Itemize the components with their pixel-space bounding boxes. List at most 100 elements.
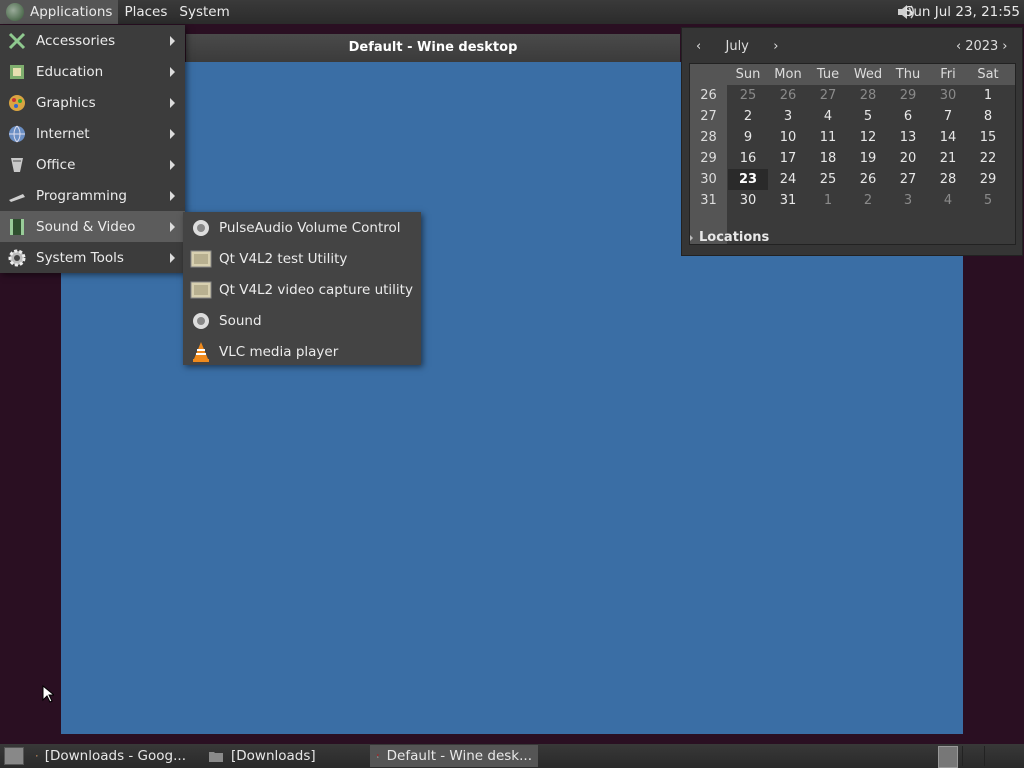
weekday-label: Thu	[895, 67, 921, 82]
calendar-day[interactable]: 30	[928, 85, 968, 106]
menu-item-graphics[interactable]: Graphics	[0, 87, 185, 118]
submenu-item-sound[interactable]: Sound	[183, 305, 421, 336]
tray-wine-icon[interactable]	[938, 746, 958, 768]
menu-item-education[interactable]: Education	[0, 56, 185, 87]
calendar-day[interactable]: 18	[808, 148, 848, 169]
chevron-right-icon	[170, 97, 175, 108]
calendar-day[interactable]: 20	[888, 148, 928, 169]
year-navigator: ‹ 2023 ›	[952, 38, 1012, 54]
chevron-right-icon	[170, 128, 175, 139]
calendar-day[interactable]: 26	[848, 169, 888, 190]
calendar-day[interactable]: 30	[728, 190, 768, 211]
locations-expander[interactable]: Locations	[690, 230, 769, 245]
calendar-day[interactable]: 22	[968, 148, 1008, 169]
sound-video-icon	[6, 216, 28, 238]
calendar-day[interactable]: 28	[848, 85, 888, 106]
chevron-right-icon	[170, 159, 175, 170]
calendar-day[interactable]: 6	[888, 106, 928, 127]
calendar-day[interactable]: 3	[768, 106, 808, 127]
calendar-day[interactable]: 3	[888, 190, 928, 211]
calendar-day[interactable]: 17	[768, 148, 808, 169]
calendar-day[interactable]: 4	[808, 106, 848, 127]
submenu-item-vlc[interactable]: VLC media player	[183, 336, 421, 367]
week-number-column: 26 27 28 29 30 31	[690, 85, 727, 244]
calendar-day[interactable]: 8	[968, 106, 1008, 127]
calendar-day[interactable]: 5	[968, 190, 1008, 211]
menu-item-internet[interactable]: Internet	[0, 118, 185, 149]
next-month-icon[interactable]: ›	[769, 39, 782, 54]
speaker-icon	[190, 217, 212, 239]
calendar-day[interactable]: 12	[848, 127, 888, 148]
calendar-day[interactable]: 9	[728, 127, 768, 148]
calendar-day[interactable]: 5	[848, 106, 888, 127]
places-menu-label: Places	[124, 4, 168, 20]
programming-icon	[6, 185, 28, 207]
calendar-day[interactable]: 2	[848, 190, 888, 211]
submenu-item-qt-v4l2-test[interactable]: Qt V4L2 test Utility	[183, 243, 421, 274]
calendar-day[interactable]: 29	[888, 85, 928, 106]
calendar-day[interactable]: 27	[888, 169, 928, 190]
top-panel: Applications Places System Sun Jul 23, 2…	[0, 0, 1024, 24]
expander-arrow-icon	[690, 234, 693, 241]
calendar-day[interactable]: 24	[768, 169, 808, 190]
calendar-day[interactable]: 10	[768, 127, 808, 148]
show-desktop-icon[interactable]	[4, 747, 24, 765]
submenu-item-pulseaudio[interactable]: PulseAudio Volume Control	[183, 212, 421, 243]
week-number: 26	[700, 88, 717, 103]
workspace-2[interactable]	[984, 746, 1005, 766]
calendar-day[interactable]: 15	[968, 127, 1008, 148]
calendar-day[interactable]: 14	[928, 127, 968, 148]
places-menu[interactable]: Places	[118, 0, 173, 24]
prev-year-icon[interactable]: ‹	[952, 39, 965, 54]
calendar-day[interactable]: 4	[928, 190, 968, 211]
calendar-day[interactable]: 29	[968, 169, 1008, 190]
calendar-popup: ‹ July › ‹ 2023 › Sun Mon Tue Wed Thu Fri Sat …	[681, 27, 1023, 256]
chevron-right-icon	[170, 190, 175, 201]
accessories-icon	[6, 30, 28, 52]
task-chrome-downloads[interactable]: [Downloads - Goog...	[30, 745, 192, 767]
clock[interactable]: Sun Jul 23, 21:55	[905, 0, 1020, 24]
graphics-icon	[6, 92, 28, 114]
calendar-day[interactable]: 11	[808, 127, 848, 148]
speaker-icon	[190, 310, 212, 332]
folder-icon	[209, 752, 223, 762]
calendar-day[interactable]: 16	[728, 148, 768, 169]
calendar-day[interactable]: 23	[728, 169, 768, 190]
menu-item-programming[interactable]: Programming	[0, 180, 185, 211]
week-number: 31	[700, 193, 717, 208]
calendar-day[interactable]: 31	[768, 190, 808, 211]
applications-menu-label: Applications	[30, 4, 113, 20]
calendar-day[interactable]: 13	[888, 127, 928, 148]
calendar-day[interactable]: 21	[928, 148, 968, 169]
submenu-item-qt-v4l2-capture[interactable]: Qt V4L2 video capture utility	[183, 274, 421, 305]
calendar-day[interactable]: 1	[968, 85, 1008, 106]
weekday-label: Mon	[774, 67, 802, 82]
office-icon	[6, 154, 28, 176]
calendar-day[interactable]: 25	[728, 85, 768, 106]
calendar-day[interactable]: 1	[808, 190, 848, 211]
workspace-1[interactable]	[962, 746, 983, 766]
applications-menu[interactable]: Applications	[0, 0, 119, 24]
calendar-day[interactable]: 27	[808, 85, 848, 106]
calendar-day[interactable]: 28	[928, 169, 968, 190]
window-titlebar[interactable]: Default - Wine desktop	[186, 34, 680, 62]
next-year-icon[interactable]: ›	[998, 39, 1011, 54]
calendar-grid: Sun Mon Tue Wed Thu Fri Sat 26 27 28 29 30 31 25 26 2…	[689, 63, 1016, 245]
prev-month-icon[interactable]: ‹	[692, 39, 705, 54]
wine-icon	[376, 754, 379, 758]
task-downloads-folder[interactable]: [Downloads]	[202, 745, 364, 767]
calendar-day[interactable]: 19	[848, 148, 888, 169]
mouse-cursor-icon	[42, 685, 54, 703]
task-wine-desktop[interactable]: Default - Wine desk...	[370, 745, 538, 767]
menu-item-sound-video[interactable]: Sound & Video	[0, 211, 185, 242]
menu-item-system-tools[interactable]: System Tools	[0, 242, 185, 273]
internet-icon	[6, 123, 28, 145]
menu-item-office[interactable]: Office	[0, 149, 185, 180]
system-menu[interactable]: System	[173, 0, 235, 24]
calendar-day[interactable]: 25	[808, 169, 848, 190]
menu-item-accessories[interactable]: Accessories	[0, 25, 185, 56]
calendar-day[interactable]: 2	[728, 106, 768, 127]
vlc-cone-icon	[190, 341, 212, 363]
calendar-day[interactable]: 7	[928, 106, 968, 127]
calendar-day[interactable]: 26	[768, 85, 808, 106]
